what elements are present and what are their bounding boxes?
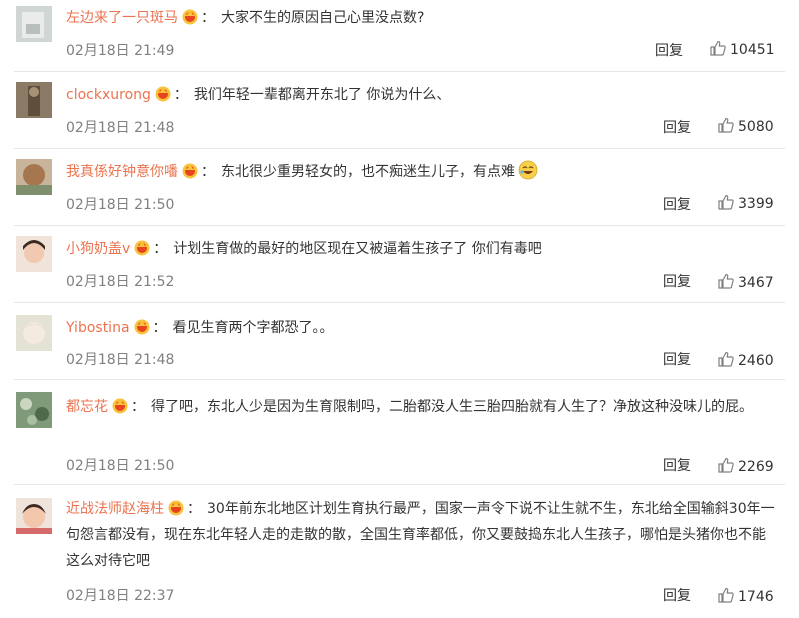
comment-time: 02月18日 21:49 (66, 43, 175, 59)
vip-crown-icon (155, 86, 171, 102)
username-link[interactable]: clockxurong (66, 87, 151, 103)
vip-crown-icon (134, 240, 150, 256)
reply-button[interactable]: 回复 (663, 349, 691, 369)
colon-separator: ： (173, 87, 188, 103)
comment-text: 计划生育做的最好的地区现在又被逼着生孩子了 你们有毒吧 (173, 241, 542, 257)
comment-item: 都忘花 ： 得了吧，东北人少是因为生育限制吗，二胎都没人生三胎四胎就有人生了？净放这… (0, 380, 799, 485)
laughing-emoji-icon (518, 160, 538, 180)
vip-crown-icon (134, 319, 150, 335)
like-button[interactable]: 1746 (718, 587, 774, 605)
colon-separator: ： (201, 164, 215, 180)
comment-body: 都忘花 ： 得了吧，东北人少是因为生育限制吗，二胎都没人生三胎四胎就有人生了？净放这… (66, 394, 778, 420)
avatar[interactable] (16, 6, 52, 42)
reply-button[interactable]: 回复 (655, 40, 683, 60)
comment-item: Yibostina ： 看见生育两个字都恐了。。 02月18日 21:48 回复 2… (0, 303, 799, 380)
like-count: 2460 (738, 353, 774, 369)
colon-separator: ： (153, 241, 168, 257)
comment-item: 我真係好钟意你噃 ： 东北很少重男轻女的，也不痴迷生儿子，有点难 02月18日 21… (0, 149, 799, 226)
vip-crown-icon (168, 500, 184, 516)
username-link[interactable]: 都忘花 (66, 399, 108, 415)
username-link[interactable]: 我真係好钟意你噃 (66, 164, 178, 180)
like-button[interactable]: 5080 (718, 117, 774, 135)
comment-text: 东北很少重男轻女的，也不痴迷生儿子，有点难 (221, 164, 515, 180)
vip-crown-icon (182, 9, 198, 25)
reply-button[interactable]: 回复 (663, 271, 691, 291)
comment-body: 我真係好钟意你噃 ： 东北很少重男轻女的，也不痴迷生儿子，有点难 (66, 159, 779, 185)
comment-body: 近战法师赵海柱： 30年前东北地区计划生育执行最严，国家一声令下说不让生就不生，东… (66, 496, 778, 574)
reply-button[interactable]: 回复 (663, 194, 691, 214)
comment-body: 左边来了一只斑马 ： 大家不生的原因自己心里没点数? (66, 5, 779, 31)
colon-separator: ： (201, 10, 215, 26)
like-count: 10451 (730, 42, 775, 58)
colon-separator: ： (131, 399, 145, 415)
like-count: 3399 (738, 196, 774, 212)
like-button[interactable]: 10451 (710, 40, 775, 58)
vip-crown-icon (112, 398, 128, 414)
username-link[interactable]: 近战法师赵海柱 (66, 501, 164, 517)
reply-button[interactable]: 回复 (663, 117, 691, 137)
thumbs-up-icon (718, 587, 734, 603)
comment-text: 看见生育两个字都恐了。。 (172, 320, 334, 336)
thumbs-up-icon (718, 351, 734, 367)
comment-body: Yibostina ： 看见生育两个字都恐了。。 (66, 315, 779, 341)
vip-crown-icon (182, 163, 198, 179)
comment-text: 我们年轻一辈都离开东北了 你说为什么、 (193, 87, 451, 103)
like-button[interactable]: 3467 (718, 273, 774, 291)
comment-text: 得了吧，东北人少是因为生育限制吗，二胎都没人生三胎四胎就有人生了？净放这种没味儿… (151, 399, 753, 415)
thumbs-up-icon (718, 194, 734, 210)
avatar[interactable] (16, 82, 52, 118)
like-count: 3467 (738, 275, 774, 291)
comment-time: 02月18日 21:48 (66, 120, 175, 136)
comment-list: 左边来了一只斑马 ： 大家不生的原因自己心里没点数? 02月18日 21:49 回复… (0, 0, 799, 618)
comment-item: 近战法师赵海柱： 30年前东北地区计划生育执行最严，国家一声令下说不让生就不生，东… (0, 485, 799, 618)
comment-time: 02月18日 21:50 (66, 197, 175, 213)
comment-time: 02月18日 21:50 (66, 458, 175, 474)
username-link[interactable]: 左边来了一只斑马 (66, 10, 178, 26)
comment-item: 左边来了一只斑马 ： 大家不生的原因自己心里没点数? 02月18日 21:49 回复… (0, 0, 799, 72)
avatar[interactable] (16, 315, 52, 351)
colon-separator: ： (187, 501, 201, 517)
like-count: 2269 (738, 459, 774, 475)
like-count: 1746 (738, 589, 774, 605)
colon-separator: ： (152, 320, 167, 336)
thumbs-up-icon (718, 457, 734, 473)
comment-text: 大家不生的原因自己心里没点数? (221, 10, 425, 26)
thumbs-up-icon (718, 273, 734, 289)
comment-item: 小狗奶盖v ： 计划生育做的最好的地区现在又被逼着生孩子了 你们有毒吧 02月18日… (0, 226, 799, 303)
comment-time: 02月18日 21:52 (66, 274, 175, 290)
comment-body: 小狗奶盖v ： 计划生育做的最好的地区现在又被逼着生孩子了 你们有毒吧 (66, 236, 779, 262)
thumbs-up-icon (710, 40, 726, 56)
thumbs-up-icon (718, 117, 734, 133)
comment-time: 02月18日 21:48 (66, 352, 175, 368)
comment-item: clockxurong ： 我们年轻一辈都离开东北了 你说为什么、 02月18日 2… (0, 72, 799, 149)
like-button[interactable]: 2269 (718, 457, 774, 475)
avatar[interactable] (16, 392, 52, 428)
like-button[interactable]: 3399 (718, 194, 774, 212)
comment-time: 02月18日 22:37 (66, 588, 175, 604)
username-link[interactable]: 小狗奶盖v (66, 241, 130, 257)
reply-button[interactable]: 回复 (663, 455, 691, 475)
comment-body: clockxurong ： 我们年轻一辈都离开东北了 你说为什么、 (66, 82, 779, 108)
avatar[interactable] (16, 236, 52, 272)
username-link[interactable]: Yibostina (66, 320, 130, 336)
like-button[interactable]: 2460 (718, 351, 774, 369)
avatar[interactable] (16, 159, 52, 195)
reply-button[interactable]: 回复 (663, 585, 691, 605)
avatar[interactable] (16, 498, 52, 534)
like-count: 5080 (738, 119, 774, 135)
